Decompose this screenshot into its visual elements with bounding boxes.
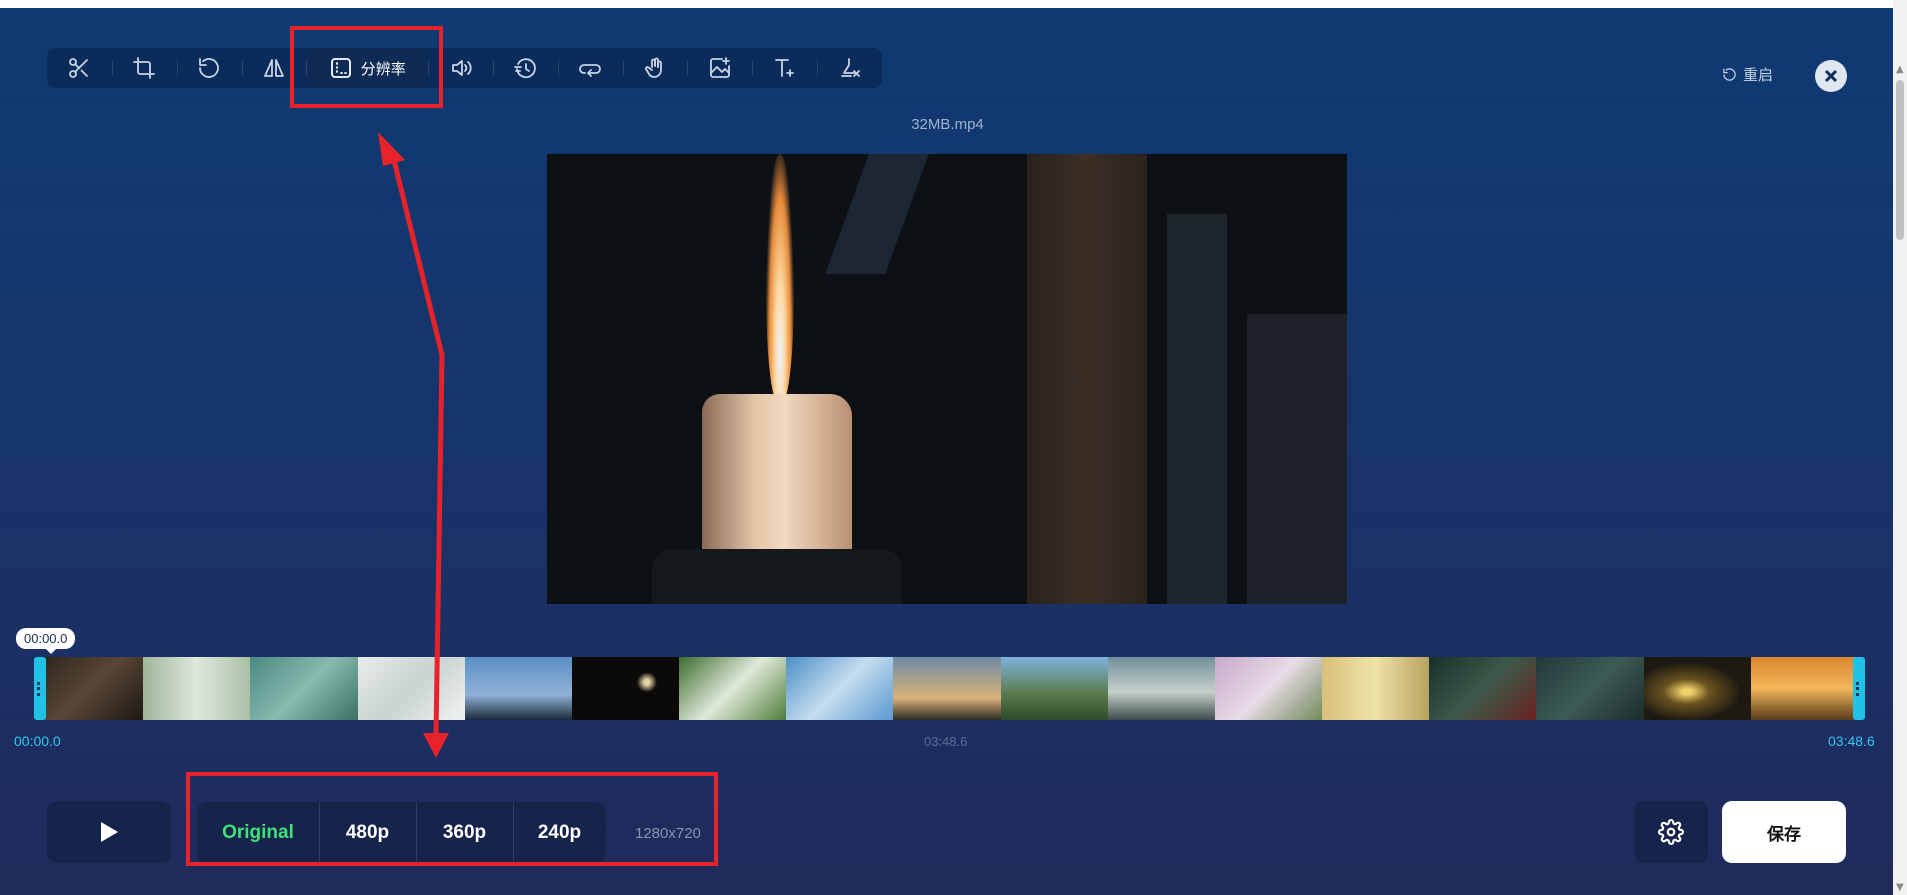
scrollbar-thumb[interactable] bbox=[1896, 80, 1904, 240]
close-button[interactable] bbox=[1815, 60, 1847, 92]
timeline-thumbnail bbox=[786, 657, 894, 720]
timeline-thumbnail bbox=[893, 657, 1001, 720]
video-editor: 分辨率 重启 32MB.mp4 00:00.0 00:00.0 03:48.6 … bbox=[0, 8, 1893, 895]
background-shape bbox=[825, 154, 929, 274]
annotation-box-resolution-options bbox=[186, 772, 718, 866]
timeline-thumbnail bbox=[357, 657, 465, 720]
annotation-box-resolution-tool bbox=[290, 26, 443, 108]
timeline-thumbnail bbox=[36, 657, 144, 720]
timeline-thumbnail bbox=[250, 657, 358, 720]
timeline-thumbnail bbox=[143, 657, 251, 720]
cut-tool-button[interactable] bbox=[47, 48, 112, 88]
rotate-tool-button[interactable] bbox=[176, 48, 242, 88]
save-button[interactable]: 保存 bbox=[1722, 801, 1846, 863]
background-post bbox=[1247, 314, 1347, 604]
candle-holder bbox=[652, 549, 902, 604]
timeline-thumbnail bbox=[1429, 657, 1537, 720]
editing-toolbar: 分辨率 bbox=[47, 48, 882, 88]
gesture-icon bbox=[645, 57, 662, 78]
speed-tool-button[interactable] bbox=[492, 48, 558, 88]
timeline-thumbnail bbox=[571, 657, 680, 720]
timeline-thumbnail bbox=[1214, 657, 1323, 720]
restart-label: 重启 bbox=[1743, 67, 1774, 84]
trim-start-time: 00:00.0 bbox=[14, 733, 61, 749]
add-image-icon bbox=[709, 57, 730, 78]
scroll-down-icon[interactable]: ▼ bbox=[1896, 882, 1904, 893]
add-text-icon bbox=[774, 59, 794, 77]
loop-tool-button[interactable] bbox=[557, 48, 623, 88]
gear-icon bbox=[1658, 819, 1684, 845]
timeline-thumbnail bbox=[1322, 657, 1430, 720]
page-scrollbar[interactable]: ▲ ▼ bbox=[1893, 0, 1907, 895]
timeline-thumbnail-strip[interactable] bbox=[36, 657, 1858, 720]
trim-end-handle[interactable] bbox=[1853, 657, 1865, 720]
timeline-thumbnail bbox=[1000, 657, 1108, 720]
timeline-thumbnail bbox=[1536, 657, 1644, 720]
remove-watermark-tool-button[interactable] bbox=[817, 48, 882, 88]
timeline-thumbnail bbox=[1750, 657, 1858, 720]
scroll-up-icon[interactable]: ▲ bbox=[1896, 64, 1904, 75]
crop-icon bbox=[133, 57, 156, 79]
close-icon bbox=[1824, 69, 1838, 83]
speed-icon bbox=[514, 58, 537, 79]
candle-flame bbox=[766, 154, 794, 404]
add-image-tool-button[interactable] bbox=[687, 48, 752, 88]
timeline-thumbnail bbox=[1107, 657, 1215, 720]
video-preview[interactable] bbox=[547, 154, 1347, 604]
play-icon bbox=[101, 822, 118, 842]
remove-watermark-icon bbox=[840, 58, 860, 77]
trim-end-time: 03:48.6 bbox=[1828, 733, 1875, 749]
crop-tool-button[interactable] bbox=[111, 48, 177, 88]
gesture-tool-button[interactable] bbox=[622, 48, 688, 88]
restart-icon bbox=[1723, 68, 1736, 81]
candle bbox=[702, 394, 852, 564]
add-text-tool-button[interactable] bbox=[752, 48, 817, 88]
drag-grip-icon bbox=[1856, 681, 1862, 696]
drag-grip-icon bbox=[37, 681, 43, 696]
clip-duration: 03:48.6 bbox=[924, 734, 968, 749]
trim-start-handle[interactable] bbox=[34, 657, 46, 720]
background-beam bbox=[1027, 154, 1147, 604]
loop-icon bbox=[579, 64, 602, 77]
playhead-time-badge: 00:00.0 bbox=[16, 628, 76, 654]
background-post bbox=[1167, 214, 1227, 604]
settings-button[interactable] bbox=[1634, 801, 1708, 863]
scissors-icon bbox=[69, 58, 89, 78]
flip-icon bbox=[264, 59, 284, 77]
volume-icon bbox=[451, 60, 472, 76]
video-filename: 32MB.mp4 bbox=[911, 116, 984, 133]
rotate-icon bbox=[199, 58, 219, 78]
timeline-thumbnail bbox=[1643, 657, 1751, 720]
timeline-thumbnail bbox=[679, 657, 787, 720]
restart-button[interactable]: 重启 bbox=[1722, 64, 1773, 85]
timeline-thumbnail bbox=[464, 657, 572, 720]
play-button[interactable] bbox=[47, 801, 171, 863]
